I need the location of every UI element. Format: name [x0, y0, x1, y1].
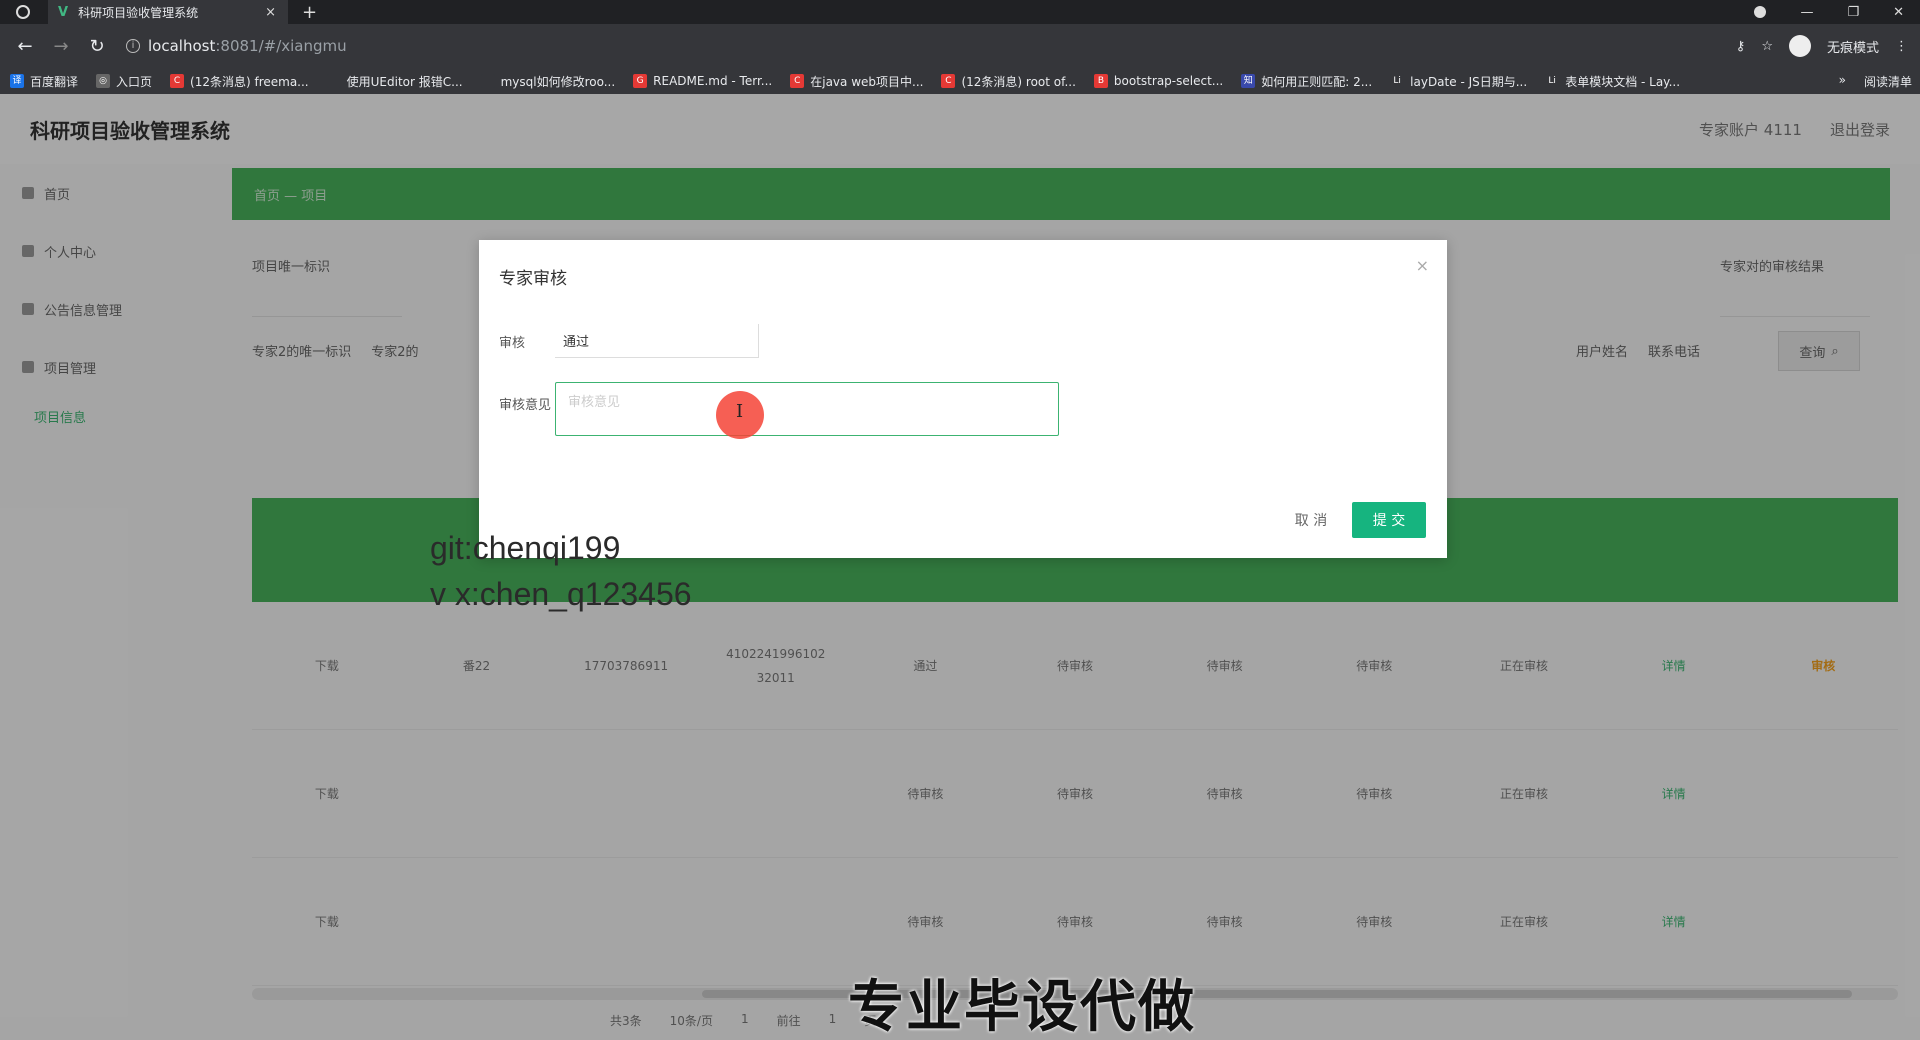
modal-overlay[interactable]	[0, 94, 1920, 1040]
bookmark-label: (12条消息) root of...	[961, 74, 1076, 89]
incognito-label: 无痕模式	[1826, 40, 1879, 56]
watermark-git: git:chenqi199	[430, 530, 621, 566]
menu-icon[interactable]: ⋮	[1895, 39, 1908, 54]
dialog-close-icon[interactable]: ×	[1416, 256, 1429, 275]
bookmark-favicon-icon: C	[941, 74, 956, 88]
bookmark-favicon-icon: ◎	[96, 74, 111, 88]
bookmark-item[interactable]: C (12条消息) freema...	[170, 73, 309, 90]
bookmark-item[interactable]: mysql如何修改roo...	[480, 73, 616, 90]
bookmark-favicon-icon: C	[790, 74, 805, 88]
bookmark-label: 如何用正则匹配: 2...	[1261, 74, 1373, 89]
bookmark-label: 表单模块文档 - Lay...	[1565, 74, 1681, 89]
bookmark-favicon-icon: Li	[1390, 74, 1405, 88]
key-icon[interactable]: ⚷	[1736, 39, 1746, 54]
vue-logo-icon: V	[58, 4, 69, 20]
expert-audit-dialog: 专家审核 × 审核 通过 审核意见 审核意见 I 取 消 提 交	[479, 240, 1447, 558]
submit-button[interactable]: 提 交	[1352, 502, 1426, 538]
opinion-placeholder: 审核意见	[568, 395, 621, 410]
bookmark-favicon-icon	[480, 74, 495, 88]
bookmark-item[interactable]: Li 表单模块文档 - Lay...	[1545, 73, 1680, 90]
browser-tab[interactable]: V 科研项目验收管理系统 ×	[48, 0, 288, 24]
tab-title: 科研项目验收管理系统	[78, 5, 199, 20]
bookmark-favicon-icon: 知	[1241, 74, 1256, 88]
reload-icon[interactable]: ↻	[86, 36, 108, 57]
reading-list-button[interactable]: 阅读清单	[1864, 73, 1912, 90]
bookmarks-bar: 译百度翻译 ◎ 入口页 C (12条消息) freema... 使用UEditor 报错C…	[0, 68, 1920, 94]
bookmark-label: 使用UEditor 报错C...	[346, 74, 463, 89]
bookmark-item[interactable]: ◎ 入口页	[96, 73, 152, 90]
restore-icon[interactable]: ❐	[1847, 5, 1859, 20]
site-info-icon[interactable]: i	[126, 39, 140, 53]
bookmark-label: README.md - Terr...	[653, 74, 773, 88]
url-host: localhost	[148, 37, 216, 55]
bookmark-item[interactable]: Bbootstrap-select...	[1093, 74, 1224, 88]
url-field[interactable]: i localhost:8081/#/xiangmu	[126, 37, 347, 55]
back-icon[interactable]: ←	[14, 36, 36, 57]
incognito-icon[interactable]	[1788, 35, 1811, 57]
bookmark-label: 百度翻译	[30, 74, 79, 89]
bookmark-label: 在java web项目中...	[810, 74, 924, 89]
bookmark-item[interactable]: Li layDate - JS日期与...	[1390, 73, 1527, 90]
new-tab-button[interactable]: +	[302, 2, 317, 23]
bookmark-label: 入口页	[116, 74, 153, 89]
audit-select[interactable]: 通过	[555, 324, 759, 358]
bookmark-label: mysql如何修改roo...	[500, 74, 616, 89]
bookmark-favicon-icon: 译	[10, 74, 24, 88]
bookmark-item[interactable]: 译百度翻译	[10, 73, 78, 90]
extension-icon[interactable]	[1754, 6, 1767, 18]
tab-close-icon[interactable]: ×	[265, 5, 276, 20]
watermark-banner: 专业毕设代做	[848, 975, 1196, 1038]
url-path: :8081/#/xiangmu	[215, 37, 347, 55]
bookmark-favicon-icon: G	[633, 74, 648, 88]
bookmark-label: bootstrap-select...	[1113, 74, 1224, 88]
window-controls: — ❐ ✕	[1754, 0, 1904, 24]
bookmark-item[interactable]: C 在java web项目中...	[790, 73, 923, 90]
bookmark-favicon-icon	[326, 74, 341, 88]
bookmark-label: layDate - JS日期与...	[1410, 74, 1528, 89]
minimize-icon[interactable]: —	[1800, 5, 1813, 20]
forward-icon[interactable]: →	[50, 36, 72, 57]
browser-globe-icon	[16, 5, 30, 19]
bookmark-label: (12条消息) freema...	[190, 74, 309, 89]
audit-label: 审核	[499, 335, 526, 351]
watermark-vx: v x:chen_q123456	[430, 576, 692, 612]
bookmark-favicon-icon: Li	[1545, 74, 1560, 88]
text-cursor-icon: I	[736, 401, 744, 422]
close-window-icon[interactable]: ✕	[1893, 5, 1904, 20]
bookmark-item[interactable]: C (12条消息) root of...	[941, 73, 1076, 90]
star-icon[interactable]: ☆	[1761, 39, 1773, 54]
address-bar: ← → ↻ i localhost:8081/#/xiangmu ⚷ ☆ 无痕模…	[0, 24, 1920, 68]
bookmark-favicon-icon: B	[1093, 74, 1108, 88]
cancel-button[interactable]: 取 消	[1279, 502, 1343, 538]
dialog-title: 专家审核	[499, 269, 567, 289]
opinion-label: 审核意见	[499, 398, 552, 413]
bookmark-favicon-icon: C	[170, 74, 185, 88]
opinion-textarea[interactable]: 审核意见 I	[555, 382, 1059, 439]
bookmark-item[interactable]: G README.md - Terr...	[633, 74, 772, 88]
bookmark-item[interactable]: 知如何用正则匹配: 2...	[1241, 73, 1372, 90]
bookmark-item[interactable]: 使用UEditor 报错C...	[326, 73, 463, 90]
browser-tab-bar: V 科研项目验收管理系统 × + — ❐ ✕	[0, 0, 1920, 24]
bookmarks-more-icon[interactable]: »	[1839, 73, 1846, 90]
